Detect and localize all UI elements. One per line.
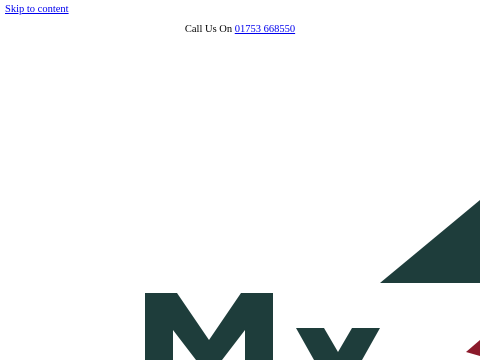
logo-accent-shape [466, 340, 480, 356]
logo-letter-y-shape [296, 328, 380, 360]
logo-letter-m-shape [145, 293, 273, 360]
brand-logo-icon [145, 200, 480, 360]
page: Skip to content Call Us On 01753 668550 [0, 0, 480, 360]
logo-triangle-shape [380, 200, 480, 283]
